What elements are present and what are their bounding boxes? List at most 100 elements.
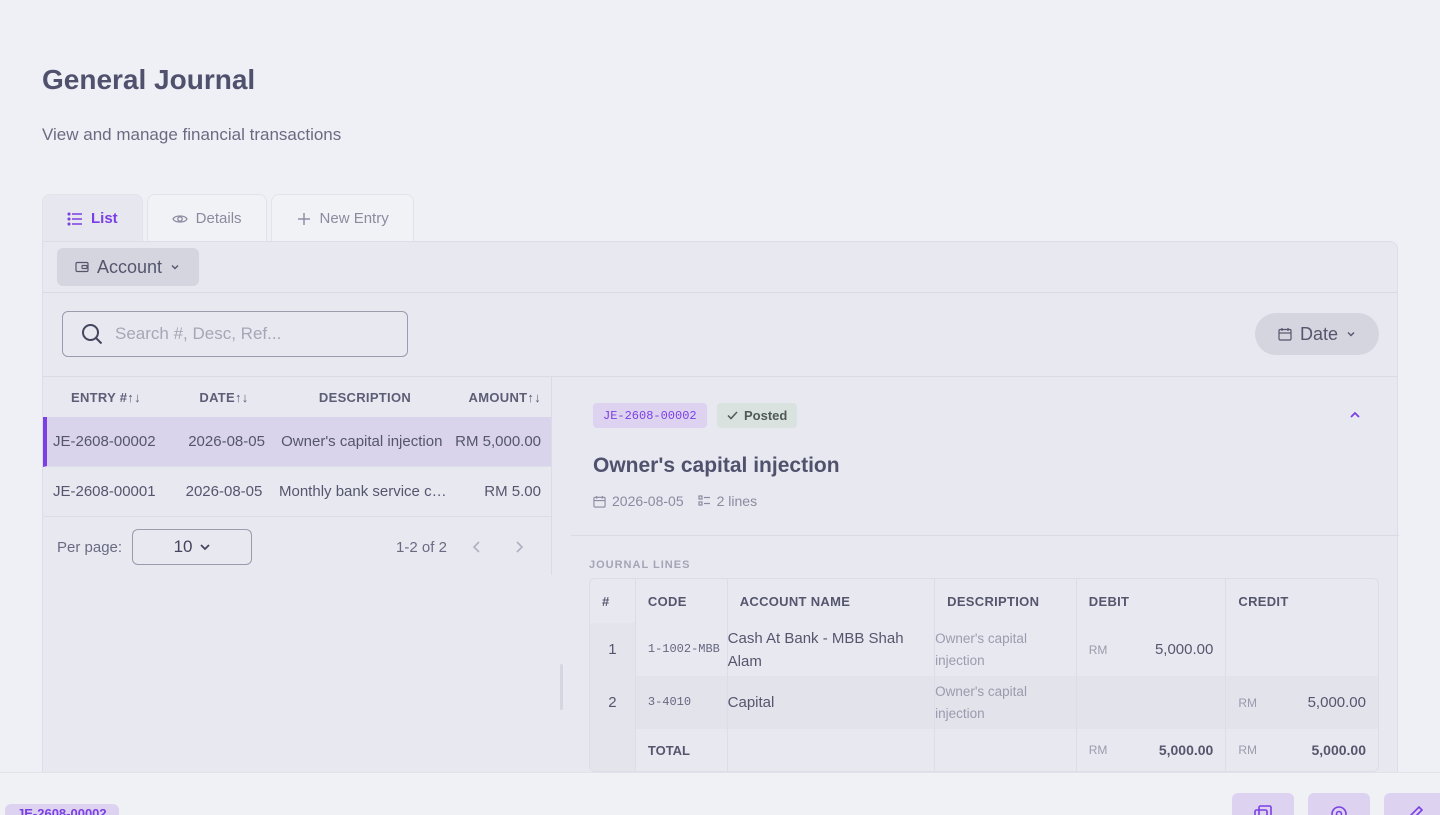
list-details-icon <box>698 495 710 506</box>
sort-icon: ↑↓ <box>127 389 141 405</box>
page-range: 1-2 of 2 <box>396 538 447 556</box>
page-subtitle: View and manage financial transactions <box>42 125 342 144</box>
search-icon <box>82 324 103 345</box>
tab-details[interactable]: Details <box>146 194 267 242</box>
toolbar-divider <box>43 292 1397 293</box>
journal-lines-heading: JOURNAL LINES <box>589 559 691 571</box>
search-input[interactable] <box>115 324 375 344</box>
line-code: 3-4010 <box>636 676 728 729</box>
row-amount: RM 5.00 <box>484 483 541 500</box>
total-label: TOTAL <box>636 729 728 771</box>
page-title: General Journal <box>42 64 256 95</box>
journal-lines-table: # CODE ACCOUNT NAME DESCRIPTION DEBIT CR… <box>589 578 1379 772</box>
account-filter-button[interactable]: Account <box>57 248 199 286</box>
currency-label: RM <box>1088 743 1108 757</box>
pencil-icon <box>1409 805 1424 815</box>
column-header-account-name: ACCOUNT NAME <box>728 579 936 623</box>
account-filter-label: Account <box>97 256 163 277</box>
tab-new-entry[interactable]: New Entry <box>270 194 414 242</box>
per-page-value: 10 <box>173 537 193 556</box>
column-header-debit: DEBIT <box>1077 579 1227 623</box>
chevron-up-icon <box>1350 411 1360 418</box>
status-label: Posted <box>744 408 788 423</box>
date-filter-label: Date <box>1299 323 1339 344</box>
chevron-down-icon <box>1347 332 1355 337</box>
total-debit-value: 5,000.00 <box>1158 742 1214 758</box>
table-row[interactable]: JE-2608-00001 2026-08-05 Monthly bank se… <box>43 467 551 517</box>
table-row: 2 3-4010 Capital Owner's capital injecti… <box>590 676 1378 729</box>
entry-lines-count: 2 lines <box>698 493 757 509</box>
line-number: 2 <box>590 676 636 729</box>
prev-page-button[interactable] <box>465 540 489 554</box>
currency-label: RM <box>1238 743 1258 757</box>
chevron-down-icon <box>199 544 210 551</box>
line-credit: RM 5,000.00 <box>1226 676 1378 729</box>
table-row: 1 1-1002-MBB Cash At Bank - MBB Shah Ala… <box>590 623 1378 676</box>
column-header-credit: CREDIT <box>1238 593 1289 609</box>
line-description: Owner's capital injection <box>935 676 1077 729</box>
per-page-label: Per page: <box>57 538 123 556</box>
entry-meta: 2026-08-05 2 lines <box>593 493 757 509</box>
total-credit: RM 5,000.00 <box>1226 729 1378 771</box>
row-entry-number: JE-2608-00001 <box>53 483 156 500</box>
calendar-icon <box>1278 328 1292 341</box>
edit-button[interactable] <box>1384 793 1440 815</box>
row-date: 2026-08-05 <box>188 433 265 450</box>
sort-icon: ↑↓ <box>527 389 541 405</box>
pagination: Per page: 10 1-2 of 2 <box>43 518 551 576</box>
line-number: 1 <box>590 623 636 676</box>
collapse-button[interactable] <box>1349 407 1361 425</box>
row-amount: RM 5,000.00 <box>455 433 542 450</box>
sort-icon: ↑↓ <box>235 389 249 405</box>
total-row: TOTAL RM 5,000.00 RM 5,000.00 <box>590 729 1378 771</box>
row-date: 2026-08-05 <box>185 483 263 500</box>
column-header-date[interactable]: DATE↑↓ <box>169 390 279 405</box>
line-account: Capital <box>728 676 936 729</box>
list-detail-divider <box>551 377 552 575</box>
tab-new-entry-label: New Entry <box>319 210 389 227</box>
resize-handle[interactable] <box>560 664 563 710</box>
entry-number-badge: JE-2608-00002 <box>593 403 707 428</box>
debit-value: 5,000.00 <box>1154 641 1214 658</box>
table-row[interactable]: JE-2608-00002 2026-08-05 Owner's capital… <box>43 417 551 467</box>
column-header-amount[interactable]: AMOUNT↑↓ <box>451 390 551 405</box>
journal-lines-header: # CODE ACCOUNT NAME DESCRIPTION DEBIT CR… <box>590 579 1378 623</box>
tab-details-label: Details <box>195 210 242 227</box>
line-debit <box>1077 676 1227 729</box>
entry-title: Owner's capital injection <box>593 454 840 477</box>
status-badge: Posted <box>717 403 798 428</box>
wallet-icon <box>75 261 89 273</box>
line-account: Cash At Bank - MBB Shah Alam <box>728 623 936 676</box>
search-box[interactable] <box>62 311 408 357</box>
line-debit: RM 5,000.00 <box>1077 623 1227 676</box>
eye-icon <box>171 214 188 223</box>
currency-label: RM <box>1238 695 1258 710</box>
bottom-action-bar: JE-2608-00002 <box>0 772 1440 815</box>
per-page-select[interactable]: 10 <box>132 529 253 565</box>
column-header-description: DESCRIPTION <box>935 579 1077 623</box>
tab-list[interactable]: List <box>42 194 143 242</box>
column-header-code: CODE <box>636 579 728 623</box>
column-header-description: DESCRIPTION <box>318 389 412 405</box>
line-credit <box>1226 623 1378 676</box>
calendar-icon <box>593 495 606 508</box>
chevron-down-icon <box>171 265 179 270</box>
view-button[interactable] <box>1308 793 1370 815</box>
plus-icon <box>297 212 310 225</box>
row-entry-number: JE-2608-00002 <box>53 433 156 450</box>
detail-divider <box>571 535 1399 536</box>
selected-entry-badge: JE-2608-00002 <box>5 804 119 815</box>
list-icon <box>67 211 82 226</box>
column-header-entry[interactable]: ENTRY #↑↓ <box>43 390 169 405</box>
line-description: Owner's capital injection <box>935 623 1077 676</box>
date-filter-button[interactable]: Date <box>1255 313 1379 355</box>
chevron-right-icon <box>516 541 524 553</box>
next-page-button[interactable] <box>507 540 531 554</box>
credit-value: 5,000.00 <box>1307 694 1366 711</box>
duplicate-button[interactable] <box>1232 793 1294 815</box>
line-code: 1-1002-MBB <box>636 623 728 676</box>
copy-icon <box>1254 805 1272 815</box>
total-credit-value: 5,000.00 <box>1311 742 1366 758</box>
list-header-row: ENTRY #↑↓ DATE↑↓ DESCRIPTION AMOUNT↑↓ <box>43 377 551 417</box>
tab-list-label: List <box>91 210 118 227</box>
